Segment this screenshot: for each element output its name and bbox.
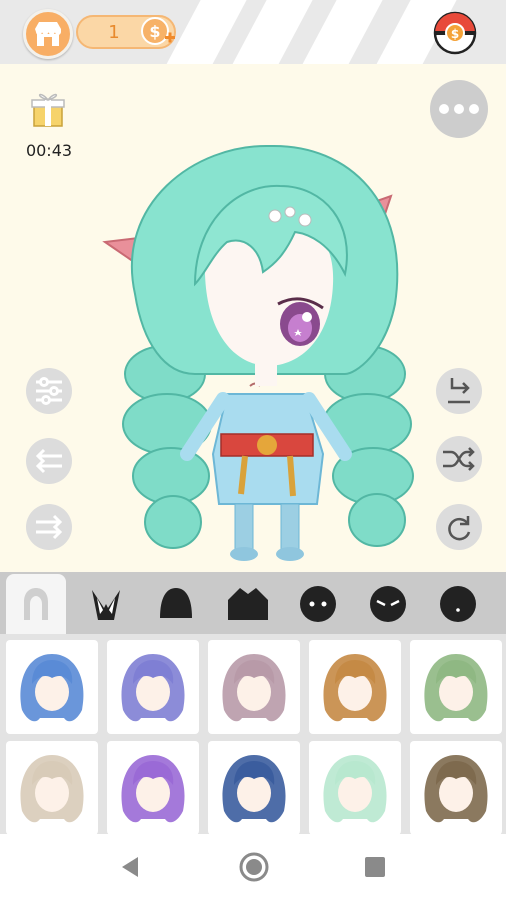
bunny-ears-icon <box>92 590 120 620</box>
recents-icon[interactable] <box>364 856 386 878</box>
hair-option[interactable] <box>309 640 401 734</box>
home-icon[interactable] <box>238 851 270 883</box>
decor-stripe <box>294 0 388 64</box>
redo-button[interactable] <box>436 504 482 550</box>
hairstyle-thumbnail-icon <box>20 654 84 722</box>
svg-text:$: $ <box>149 22 160 41</box>
flip-right-button[interactable] <box>26 504 72 550</box>
face-eyes-icon <box>300 586 336 622</box>
tab-hair[interactable] <box>6 574 66 634</box>
adjust-button[interactable] <box>26 368 72 414</box>
hair-option[interactable] <box>410 640 502 734</box>
character-stage: 00:43 <box>0 64 506 572</box>
hairstyle-thumbnail-icon <box>222 755 286 823</box>
hair-option[interactable] <box>107 741 199 835</box>
swap-right-icon <box>36 514 63 540</box>
tab-body[interactable] <box>218 576 278 632</box>
hairstyle-thumbnail-icon <box>20 755 84 823</box>
more-dots-icon <box>439 104 479 114</box>
tab-head[interactable] <box>146 576 206 632</box>
hair-option[interactable] <box>107 640 199 734</box>
hair-option[interactable] <box>410 741 502 835</box>
hairstyle-thumbnail-icon <box>424 755 488 823</box>
shuffle-icon <box>443 447 475 471</box>
head-icon <box>160 588 192 618</box>
gift-timer: 00:43 <box>25 141 73 160</box>
hair-option[interactable] <box>6 741 98 835</box>
top-bar: 1 $ $ <box>0 0 506 64</box>
shop-icon <box>35 22 61 46</box>
layer-down-icon <box>448 378 470 404</box>
hair-options-grid <box>0 634 506 835</box>
system-nav-bar <box>0 834 506 900</box>
coin-plus-icon[interactable]: $ <box>140 14 176 50</box>
hairstyle-thumbnail-icon <box>121 654 185 722</box>
hair-option[interactable] <box>208 741 300 835</box>
sliders-icon <box>36 377 62 405</box>
category-tabs <box>0 572 506 634</box>
hairstyle-thumbnail-icon <box>323 755 387 823</box>
hair-option[interactable] <box>208 640 300 734</box>
tab-mouth[interactable] <box>428 576 488 632</box>
coin-count: 1 <box>108 22 120 43</box>
hairstyle-thumbnail-icon <box>323 654 387 722</box>
face-angry-icon <box>370 586 406 622</box>
hair-icon <box>24 588 48 620</box>
hairstyle-thumbnail-icon <box>222 654 286 722</box>
tab-ears[interactable] <box>76 576 136 632</box>
tab-eyebrows[interactable] <box>358 576 418 632</box>
shirt-icon <box>228 588 268 620</box>
hairstyle-thumbnail-icon <box>424 654 488 722</box>
back-icon[interactable] <box>118 855 142 879</box>
redo-icon <box>448 516 471 541</box>
face-mouth-icon <box>440 586 476 622</box>
chibi-character <box>102 144 414 561</box>
layer-button[interactable] <box>436 368 482 414</box>
hair-option[interactable] <box>6 640 98 734</box>
swap-left-icon <box>35 448 62 474</box>
svg-text:$: $ <box>451 27 459 41</box>
tab-eyes[interactable] <box>288 576 348 632</box>
coin-ball-icon[interactable]: $ <box>433 11 477 55</box>
random-button[interactable] <box>436 436 482 482</box>
gift-icon[interactable] <box>28 88 68 128</box>
flip-left-button[interactable] <box>26 438 72 484</box>
shop-button[interactable] <box>23 9 73 59</box>
hair-option[interactable] <box>309 741 401 835</box>
hairstyle-thumbnail-icon <box>121 755 185 823</box>
